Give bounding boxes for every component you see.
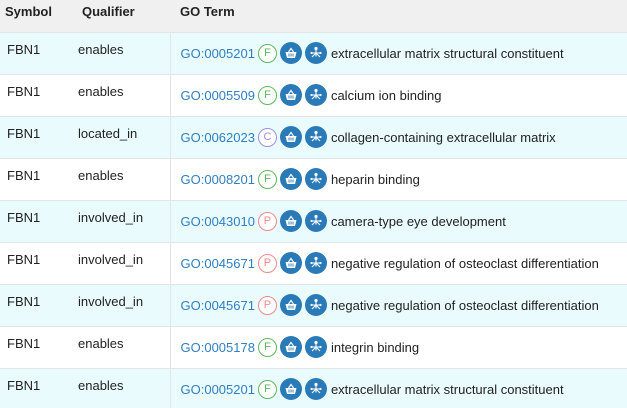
- basket-icon[interactable]: [279, 336, 302, 358]
- go-id-link[interactable]: GO:0005509: [181, 88, 255, 103]
- go-term-label: collagen-containing extracellular matrix: [330, 129, 556, 145]
- header-go-term[interactable]: GO Term: [170, 0, 627, 32]
- symbol-cell: FBN1: [7, 125, 41, 141]
- go-term-label: extracellular matrix structural constitu…: [330, 45, 564, 61]
- symbol-cell: FBN1: [7, 251, 41, 267]
- qualifier-cell: located_in: [78, 125, 138, 141]
- symbol-cell: FBN1: [7, 335, 41, 351]
- go-term-cell: GO:0045671 P negative regulation of oste…: [169, 284, 627, 326]
- basket-icon[interactable]: [279, 42, 302, 64]
- basket-icon[interactable]: [279, 294, 302, 316]
- table-body: FBN1 enables GO:0005201 F extracellular …: [0, 32, 627, 408]
- basket-icon[interactable]: [279, 252, 302, 274]
- go-term-cell: GO:0005201 F extracellular matrix struct…: [169, 32, 627, 74]
- go-term-label: camera-type eye development: [330, 213, 506, 229]
- table-row: FBN1 involved_in GO:0043010 P camera-typ…: [0, 200, 627, 242]
- go-id-link[interactable]: GO:0043010: [181, 214, 255, 229]
- hierarchy-icon[interactable]: [304, 294, 327, 316]
- header-row: Symbol Qualifier GO Term: [0, 0, 627, 32]
- basket-icon[interactable]: [279, 210, 302, 232]
- go-id-link[interactable]: GO:0005201: [181, 46, 255, 61]
- aspect-badge: P: [257, 295, 277, 315]
- basket-icon[interactable]: [279, 84, 302, 106]
- go-id-link[interactable]: GO:0005178: [181, 340, 255, 355]
- qualifier-cell: enables: [78, 377, 124, 393]
- table-row: FBN1 enables GO:0005178 F integrin bindi…: [0, 326, 627, 368]
- symbol-cell: FBN1: [7, 209, 41, 225]
- hierarchy-icon[interactable]: [304, 42, 327, 64]
- go-term-label: extracellular matrix structural constitu…: [330, 381, 564, 397]
- go-term-label: negative regulation of osteoclast differ…: [330, 297, 599, 313]
- hierarchy-icon[interactable]: [304, 126, 327, 148]
- go-term-cell: GO:0008201 F heparin binding: [169, 158, 627, 200]
- go-term-label: calcium ion binding: [330, 87, 442, 103]
- table-header: Symbol Qualifier GO Term: [0, 0, 627, 32]
- go-id-link[interactable]: GO:0045671: [181, 298, 255, 313]
- go-id-link[interactable]: GO:0062023: [181, 130, 255, 145]
- go-term-label: heparin binding: [330, 171, 420, 187]
- go-term-cell: GO:0005201 F extracellular matrix struct…: [169, 368, 627, 408]
- go-term-cell: GO:0062023 C collagen-containing extrace…: [169, 116, 627, 158]
- go-annotations-table: Symbol Qualifier GO Term FBN1 enables GO…: [0, 0, 627, 408]
- go-id-link[interactable]: GO:0005201: [181, 382, 255, 397]
- hierarchy-icon[interactable]: [304, 378, 327, 401]
- symbol-cell: FBN1: [7, 83, 41, 99]
- go-term-label: negative regulation of osteoclast differ…: [330, 255, 599, 271]
- qualifier-cell: involved_in: [78, 293, 144, 309]
- aspect-badge: F: [257, 337, 277, 357]
- go-term-label: integrin binding: [330, 339, 420, 355]
- qualifier-cell: enables: [78, 83, 124, 99]
- symbol-cell: FBN1: [7, 293, 41, 309]
- qualifier-cell: involved_in: [78, 209, 144, 225]
- table-row: FBN1 involved_in GO:0045671 P negative r…: [0, 242, 627, 284]
- table-row: FBN1 enables GO:0005201 F extracellular …: [0, 368, 627, 408]
- aspect-badge: F: [257, 379, 277, 399]
- table-row: FBN1 enables GO:0008201 F heparin bindin…: [0, 158, 627, 200]
- go-term-cell: GO:0005178 F integrin binding: [169, 326, 627, 368]
- go-term-cell: GO:0005509 F calcium ion binding: [169, 74, 627, 116]
- hierarchy-icon[interactable]: [304, 336, 327, 358]
- table-row: FBN1 involved_in GO:0045671 P negative r…: [0, 284, 627, 326]
- hierarchy-icon[interactable]: [304, 252, 327, 274]
- header-symbol[interactable]: Symbol: [0, 0, 77, 32]
- header-qualifier[interactable]: Qualifier: [77, 0, 170, 32]
- table-row: FBN1 enables GO:0005509 F calcium ion bi…: [0, 74, 627, 116]
- aspect-badge: F: [257, 169, 277, 189]
- aspect-badge: C: [257, 127, 277, 147]
- basket-icon[interactable]: [279, 378, 302, 401]
- aspect-badge: P: [257, 211, 277, 231]
- hierarchy-icon[interactable]: [304, 210, 327, 232]
- aspect-badge: P: [257, 253, 277, 273]
- go-id-link[interactable]: GO:0045671: [181, 256, 255, 271]
- qualifier-cell: enables: [78, 335, 124, 351]
- hierarchy-icon[interactable]: [304, 168, 327, 190]
- qualifier-cell: enables: [78, 41, 124, 57]
- qualifier-cell: involved_in: [78, 251, 144, 267]
- symbol-cell: FBN1: [7, 41, 41, 57]
- go-id-link[interactable]: GO:0008201: [181, 172, 255, 187]
- symbol-cell: FBN1: [7, 167, 41, 183]
- symbol-cell: FBN1: [7, 377, 41, 393]
- go-term-cell: GO:0045671 P negative regulation of oste…: [169, 242, 627, 284]
- qualifier-cell: enables: [78, 167, 124, 183]
- table-row: FBN1 located_in GO:0062023 C collagen-co…: [0, 116, 627, 158]
- basket-icon[interactable]: [279, 126, 302, 148]
- basket-icon[interactable]: [279, 168, 302, 190]
- hierarchy-icon[interactable]: [304, 84, 327, 106]
- go-term-cell: GO:0043010 P camera-type eye development: [169, 200, 627, 242]
- aspect-badge: F: [257, 85, 277, 105]
- aspect-badge: F: [257, 43, 277, 63]
- table-row: FBN1 enables GO:0005201 F extracellular …: [0, 32, 627, 74]
